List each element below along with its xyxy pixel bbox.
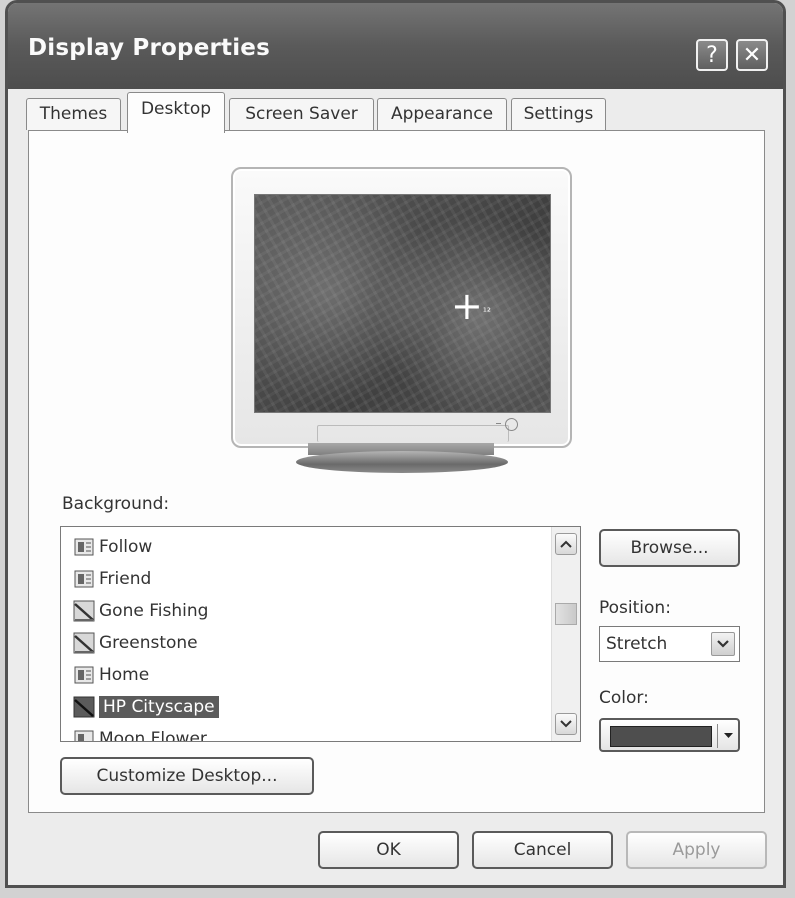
customize-desktop-button[interactable]: Customize Desktop...: [60, 757, 314, 795]
power-button-icon: [505, 418, 518, 431]
desktop-preview-screen: +¹²: [254, 194, 551, 413]
list-item-selected[interactable]: HP Cityscape: [73, 692, 219, 722]
dropdown-button[interactable]: [711, 632, 735, 656]
list-item[interactable]: Greenstone: [73, 628, 198, 658]
list-item-label: Moon Flower: [99, 729, 207, 742]
color-picker-button[interactable]: [599, 718, 740, 752]
bitmap-file-icon: [73, 728, 95, 741]
list-item-label: Friend: [99, 569, 152, 589]
scroll-up-button[interactable]: [555, 533, 577, 555]
ok-button[interactable]: OK: [318, 831, 459, 869]
background-label: Background:: [62, 494, 170, 514]
cancel-button[interactable]: Cancel: [472, 831, 613, 869]
list-scrollbar[interactable]: [551, 527, 580, 741]
monitor-preview: +¹²: [231, 167, 572, 448]
window-title: Display Properties: [28, 35, 271, 61]
help-button[interactable]: ?: [696, 39, 728, 71]
bitmap-file-icon: [73, 664, 95, 686]
tab-themes[interactable]: Themes: [26, 98, 121, 130]
list-item-label: Greenstone: [99, 633, 198, 653]
monitor-bezel-slot: [317, 425, 509, 442]
help-icon: ?: [706, 43, 718, 68]
picture-file-icon: [73, 632, 95, 654]
browse-button[interactable]: Browse...: [599, 529, 740, 567]
scroll-thumb[interactable]: [555, 603, 577, 625]
apply-button[interactable]: Apply: [626, 831, 767, 869]
picture-file-icon: [73, 600, 95, 622]
power-indicator-icon: [496, 423, 501, 424]
list-item-label: HP Cityscape: [99, 696, 219, 718]
tab-appearance[interactable]: Appearance: [377, 98, 507, 130]
background-list[interactable]: Follow Friend Gone Fishing Greenstone Ho…: [60, 526, 581, 742]
tab-settings[interactable]: Settings: [511, 98, 606, 130]
chevron-up-icon: [560, 540, 572, 548]
close-button[interactable]: ✕: [736, 39, 768, 71]
list-item-label: Home: [99, 665, 150, 685]
list-item-label: Follow: [99, 537, 153, 557]
position-value: Stretch: [606, 634, 668, 654]
chevron-down-icon: [560, 720, 572, 728]
position-select[interactable]: Stretch: [599, 626, 740, 662]
picture-file-icon: [73, 696, 95, 718]
list-item[interactable]: Home: [73, 660, 149, 690]
tab-screen-saver[interactable]: Screen Saver: [229, 98, 374, 130]
title-bar[interactable]: Display Properties ? ✕: [8, 3, 783, 89]
position-label: Position:: [599, 598, 671, 618]
scroll-down-button[interactable]: [555, 713, 577, 735]
color-label: Color:: [599, 688, 649, 708]
list-item[interactable]: Friend: [73, 564, 151, 594]
crosshair-cursor-icon: +¹²: [451, 284, 491, 328]
close-icon: ✕: [742, 43, 762, 68]
chevron-down-icon: [717, 640, 729, 648]
list-item[interactable]: Gone Fishing: [73, 596, 208, 626]
bitmap-file-icon: [73, 536, 95, 558]
bitmap-file-icon: [73, 568, 95, 590]
monitor-base: [296, 451, 508, 473]
divider: [717, 724, 718, 748]
dropdown-arrow-icon: [721, 726, 735, 746]
tab-desktop[interactable]: Desktop: [127, 92, 225, 133]
list-item[interactable]: Moon Flower: [73, 724, 207, 742]
list-item-label: Gone Fishing: [99, 601, 209, 621]
color-swatch: [610, 726, 712, 747]
list-item[interactable]: Follow: [73, 532, 152, 562]
